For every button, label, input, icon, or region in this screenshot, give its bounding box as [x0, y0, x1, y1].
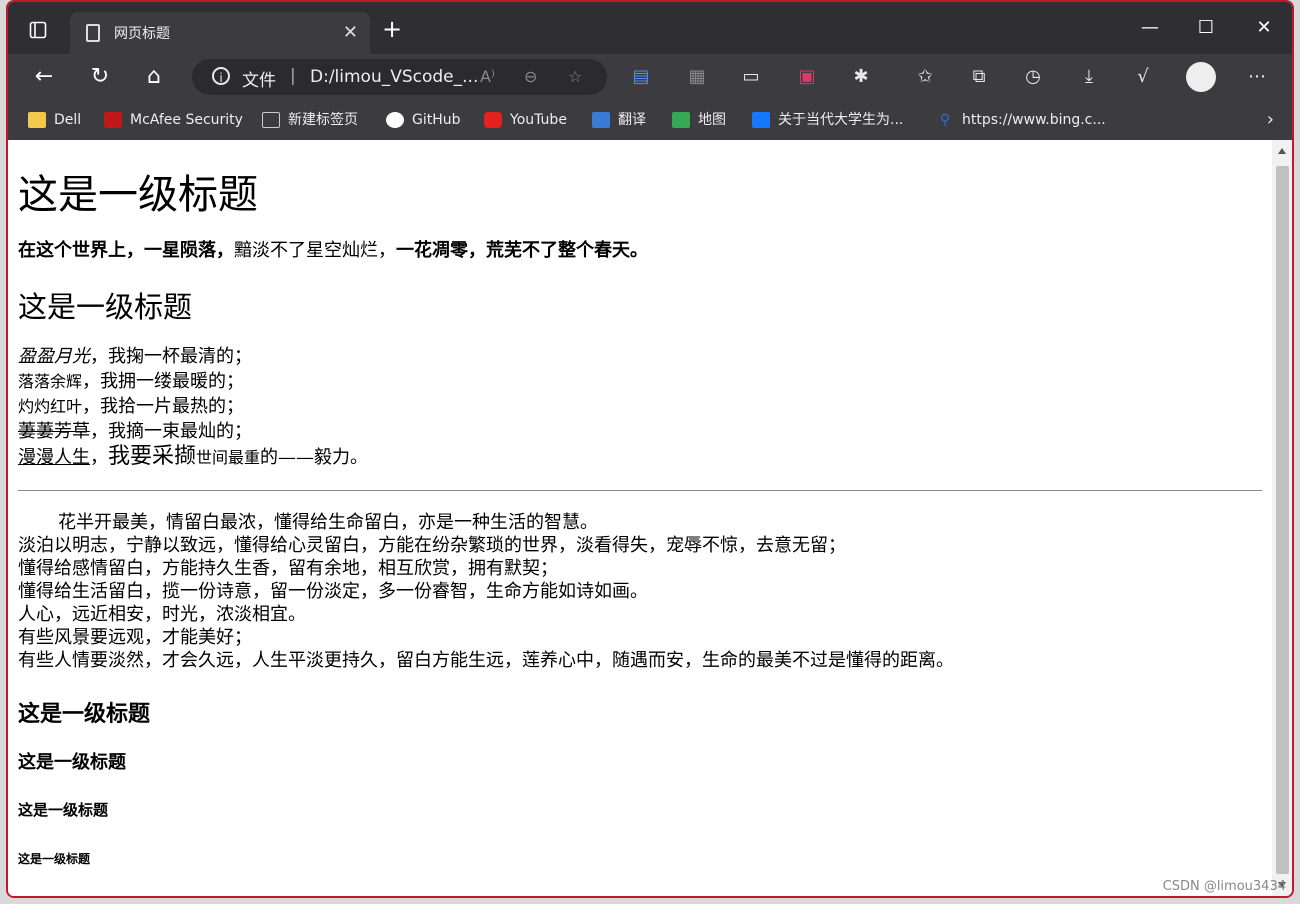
vertical-scrollbar[interactable] [1272, 140, 1292, 896]
strikethrough-text: 萋萋芳草 [18, 421, 90, 442]
maximize-button[interactable]: ☐ [1186, 12, 1226, 44]
paragraph-intro: 在这个世界上，一星陨落，黯淡不了星空灿烂，一花凋零，荒芜不了整个春天。 [18, 236, 648, 262]
mcafee-icon [104, 112, 122, 128]
math-solver-icon[interactable]: √ [1130, 64, 1156, 90]
back-button[interactable]: ← [28, 61, 60, 93]
bookmark-bing[interactable]: ⚲ https://www.bing.c... [936, 110, 1106, 130]
address-separator: | [290, 66, 296, 86]
big-text: 我要采撷 [108, 444, 197, 469]
styled-lines: 盈盈月光，我掬一杯最清的； 落落余辉，我拥一缕最暖的； 灼灼红叶，我拾一片最热的… [18, 344, 368, 470]
bold-text: 在这个世界上，一星陨落， [18, 240, 234, 261]
heading-6: 这是一级标题 [18, 852, 91, 866]
para-line: 花半开最美，情留白最浓，懂得给生命留白，亦是一种生活的智慧。 [58, 512, 598, 533]
normal-text: 黯淡不了星空灿烂， [234, 240, 396, 261]
bookmark-translate[interactable]: 翻译 [592, 110, 646, 130]
read-aloud-icon[interactable]: A⁾ [480, 67, 495, 86]
para-line: 懂得给生活留白，揽一份诗意，留一份淡定，多一份睿智，生命方能如诗如画。 [18, 581, 648, 602]
favorites-icon[interactable]: ✩ [912, 64, 938, 90]
bookmark-mcafee[interactable]: McAfee Security [104, 110, 243, 130]
history-icon[interactable]: ◷ [1020, 64, 1046, 90]
more-icon[interactable]: ⋯ [1244, 64, 1270, 90]
underlined-text: 漫漫人生 [18, 447, 90, 468]
new-tab-button[interactable]: + [378, 16, 406, 44]
horizontal-rule [18, 490, 1262, 491]
address-url[interactable]: D:/limou_VScode_... [310, 67, 478, 87]
bookmark-zhihu[interactable]: 关于当代大学生为... [752, 110, 903, 130]
github-icon [386, 112, 404, 128]
info-icon[interactable]: i [212, 67, 230, 85]
translate-icon [592, 112, 610, 128]
sans-text: 灼灼红叶 [18, 397, 83, 416]
line-sans: 落落余辉，我拥一缕最暖的； [18, 371, 245, 392]
para-line: 人心，远近相安，时光，浓淡相宜。 [18, 604, 306, 625]
sans-text: 落落余辉 [18, 372, 83, 391]
avatar[interactable] [1186, 62, 1216, 92]
youtube-icon [484, 112, 502, 128]
bookmark-maps[interactable]: 地图 [672, 110, 726, 130]
chevron-right-icon[interactable]: › [1267, 109, 1274, 130]
bookmark-dell[interactable]: Dell [28, 110, 81, 130]
file-label: 文件 [242, 71, 276, 91]
navigation-bar: ← ↻ ⌂ i 文件 | D:/limou_VScode_... A⁾ ⊖ ☆ … [8, 54, 1292, 100]
downloads-icon[interactable]: ⤓ [1076, 64, 1102, 90]
para-line: 有些风景要远观，才能美好； [18, 627, 252, 648]
para-line: 懂得给感情留白，方能持久生香，留有余地，相互欣赏，拥有默契； [18, 558, 558, 579]
scrollbar-thumb[interactable] [1276, 166, 1289, 874]
extensions-icon[interactable]: ✱ [848, 64, 874, 90]
maps-icon [672, 112, 690, 128]
bold-text: 一花凋零，荒芜不了整个春天。 [396, 240, 648, 261]
title-bar: 网页标题 ✕ + — ☐ ✕ [8, 2, 1292, 54]
browser-tab[interactable]: 网页标题 ✕ [70, 12, 370, 54]
page-icon [86, 24, 100, 42]
line-italic: 盈盈月光，我掬一杯最清的； [18, 346, 252, 367]
heading-1: 这是一级标题 [18, 172, 258, 218]
home-button[interactable]: ⌂ [138, 61, 170, 93]
close-tab-icon[interactable]: ✕ [343, 22, 358, 43]
favorite-add-icon[interactable]: ☆ [568, 67, 582, 86]
tv-extension-icon[interactable]: ▣ [794, 64, 820, 90]
close-window-button[interactable]: ✕ [1244, 12, 1284, 44]
tab-title: 网页标题 [114, 26, 170, 42]
bookmark-new-tab[interactable]: 新建标签页 [262, 110, 358, 130]
new-tab-icon [262, 112, 280, 128]
collections-icon[interactable]: ⧉ [966, 64, 992, 90]
italic-text: 盈盈月光 [18, 346, 90, 367]
search-icon: ⚲ [939, 112, 951, 128]
paragraph-liubai: 花半开最美，情留白最浓，懂得给生命留白，亦是一种生活的智慧。 淡泊以明志，宁静以… [18, 511, 954, 672]
line-sans-2: 灼灼红叶，我拾一片最热的； [18, 396, 245, 417]
qr-code-icon[interactable]: ▦ [684, 64, 710, 90]
bookmarks-bar: Dell McAfee Security 新建标签页 GitHub YouTub… [8, 100, 1292, 140]
screenshot-icon[interactable]: ▭ [738, 64, 764, 90]
heading-5: 这是一级标题 [18, 801, 109, 819]
line-strike: 萋萋芳草，我摘一束最灿的； [18, 421, 252, 442]
para-line: 淡泊以明志，宁静以致远，懂得给心灵留白，方能在纷杂繁琐的世界，淡看得失，宠辱不惊… [18, 535, 846, 556]
refresh-button[interactable]: ↻ [84, 61, 116, 93]
scroll-up-icon[interactable] [1278, 148, 1286, 154]
folder-icon [28, 112, 46, 128]
page-content: 这是一级标题 在这个世界上，一星陨落，黯淡不了星空灿烂，一花凋零，荒芜不了整个春… [8, 140, 1272, 896]
bookmark-github[interactable]: GitHub [386, 110, 461, 130]
para-line: 有些人情要淡然，才会久远，人生平淡更持久，留白方能生远，莲养心中，随遇而安，生命… [18, 650, 954, 671]
small-text: 世间最重 [196, 448, 261, 467]
line-underline: 漫漫人生，我要采撷世间最重的——毅力。 [18, 444, 369, 469]
address-bar[interactable]: i 文件 | D:/limou_VScode_... A⁾ ⊖ ☆ [192, 59, 607, 95]
heading-4: 这是一级标题 [18, 752, 126, 773]
extension-doc-icon[interactable]: ▤ [628, 64, 654, 90]
zhihu-icon [752, 112, 770, 128]
minimize-button[interactable]: — [1130, 12, 1170, 44]
heading-3: 这是一级标题 [18, 701, 151, 727]
bookmark-youtube[interactable]: YouTube [484, 110, 567, 130]
browser-window: 网页标题 ✕ + — ☐ ✕ ← ↻ ⌂ i 文件 | D:/limou_VSc… [6, 0, 1294, 898]
tab-actions-icon[interactable] [24, 16, 52, 44]
watermark: CSDN @limou3434 [1162, 879, 1286, 894]
zoom-icon[interactable]: ⊖ [524, 67, 537, 86]
heading-2: 这是一级标题 [18, 290, 193, 324]
